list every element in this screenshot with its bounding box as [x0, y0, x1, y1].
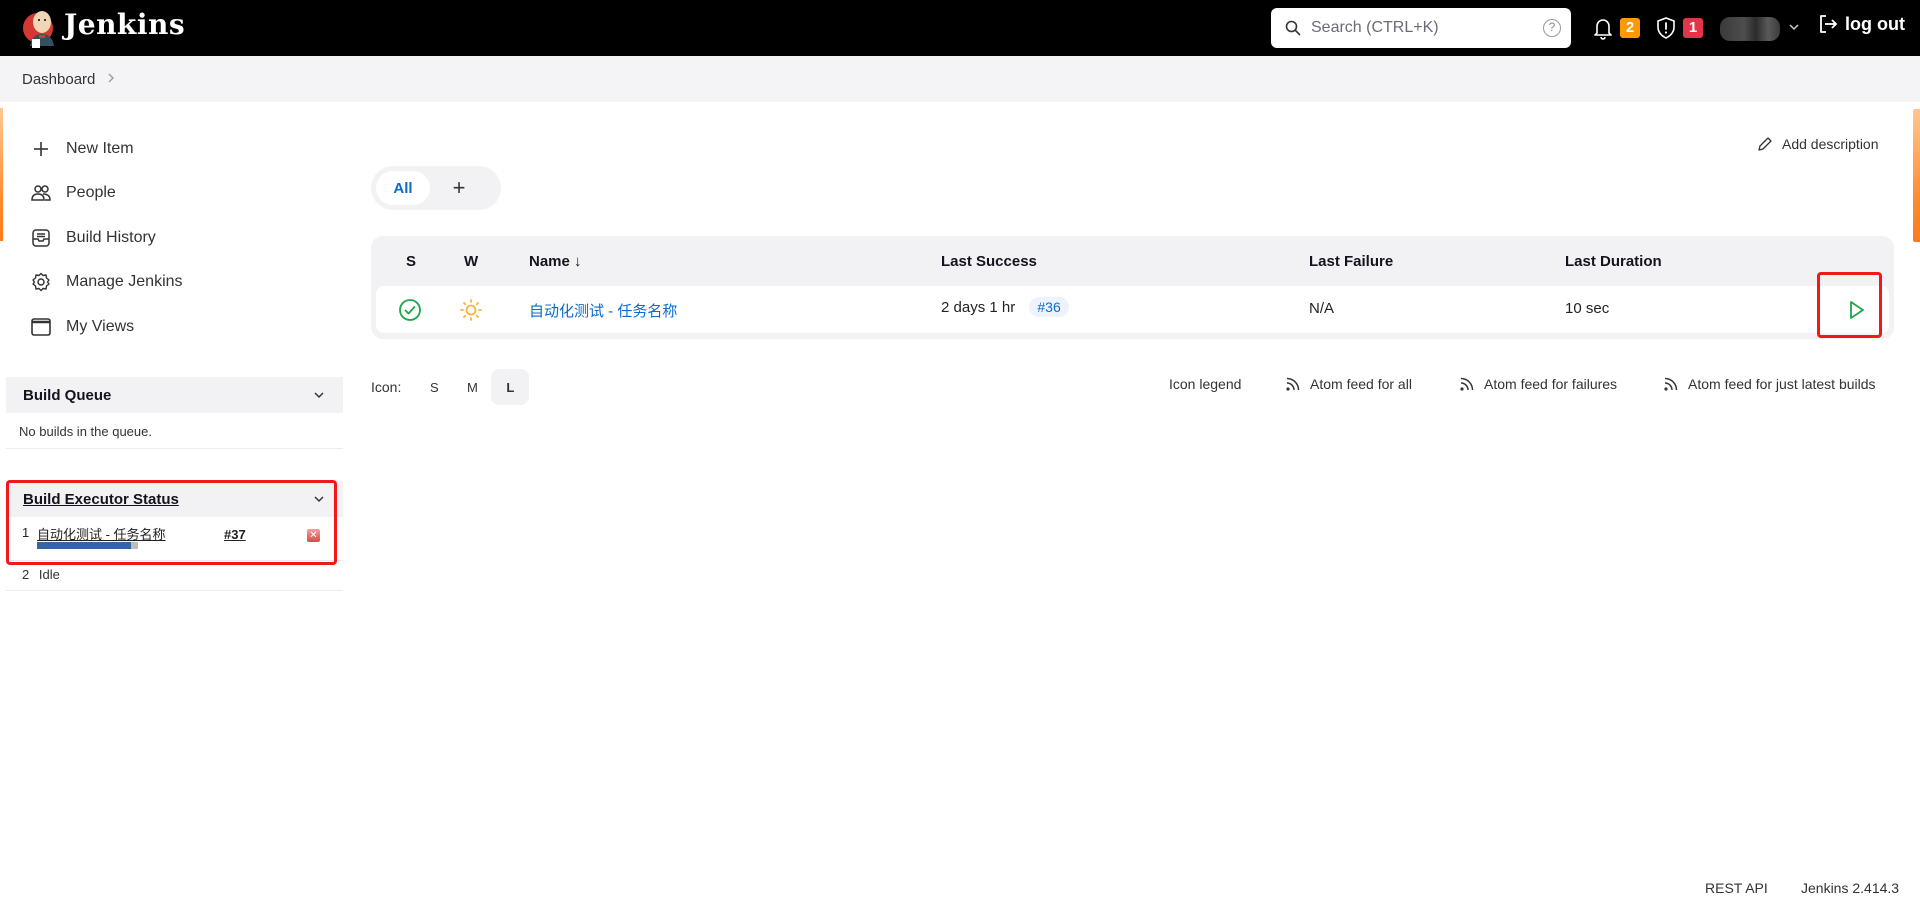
jenkins-brand[interactable]: Jenkins [64, 8, 185, 41]
chevron-down-icon[interactable] [313, 493, 325, 505]
search-icon [1285, 20, 1301, 36]
last-success-build-link[interactable]: #36 [1029, 297, 1069, 317]
executor-progress-fill [37, 542, 131, 549]
rss-icon [1460, 377, 1474, 391]
search-help-icon[interactable]: ? [1543, 19, 1561, 37]
window-icon [31, 318, 51, 336]
logout-link[interactable]: log out [1817, 13, 1905, 35]
jenkins-logo[interactable] [20, 6, 64, 50]
security-button[interactable]: 1 [1655, 14, 1703, 42]
column-header-status[interactable]: S [406, 253, 416, 270]
build-queue-header[interactable]: Build Queue [6, 377, 343, 413]
executor-number: 1 [22, 525, 30, 540]
atom-feed-failures-link[interactable]: Atom feed for failures [1459, 376, 1617, 392]
last-success-time: 2 days 1 hr [941, 299, 1016, 316]
sidebar-item-label: Build History [66, 229, 156, 246]
build-executor-header[interactable]: Build Executor Status [6, 481, 343, 517]
breadcrumb: Dashboard [0, 56, 1920, 102]
last-success-cell: 2 days 1 hr #36 [941, 297, 1069, 317]
sidebar-item-build-history[interactable]: Build History [30, 223, 156, 253]
executor-job-link[interactable]: 自动化测试 - 任务名称 [37, 524, 166, 543]
rss-icon [1286, 377, 1300, 391]
sidebar-item-people[interactable]: People [30, 178, 116, 208]
breadcrumb-dashboard[interactable]: Dashboard [22, 71, 95, 88]
icon-size-l[interactable]: L [491, 369, 530, 405]
user-avatar-blurred[interactable] [1720, 17, 1780, 41]
executor-status: Idle [38, 567, 60, 582]
weather-sunny-icon[interactable] [459, 298, 483, 322]
executor-progress-bar[interactable] [37, 542, 138, 549]
icon-size-m[interactable]: M [453, 369, 491, 405]
icon-legend-link[interactable]: Icon legend [1169, 376, 1241, 392]
executor-build-link[interactable]: #37 [224, 527, 246, 542]
stop-build-icon[interactable]: ✕ [307, 529, 320, 542]
notifications-button[interactable]: 2 [1592, 14, 1640, 42]
right-accent-strip [1913, 109, 1920, 242]
security-badge: 1 [1683, 18, 1703, 38]
build-queue-title: Build Queue [23, 386, 112, 404]
sidebar-item-my-views[interactable]: My Views [30, 312, 134, 342]
people-icon [31, 185, 51, 201]
bell-icon [1594, 19, 1612, 40]
inbox-icon [32, 229, 50, 247]
status-success-icon[interactable] [398, 298, 422, 322]
breadcrumb-chevron-icon[interactable] [107, 71, 115, 88]
sidebar-item-manage-jenkins[interactable]: Manage Jenkins [30, 267, 183, 297]
gear-icon [32, 272, 50, 292]
rss-icon [1664, 377, 1678, 391]
left-accent-strip [0, 108, 3, 241]
atom-feed-latest-link[interactable]: Atom feed for just latest builds [1663, 376, 1876, 392]
sidebar-item-label: Manage Jenkins [66, 273, 183, 290]
executor-number: 2 [22, 567, 30, 582]
last-failure-cell: N/A [1309, 300, 1335, 317]
column-header-name[interactable]: Name ↓ [529, 253, 582, 270]
top-header: Jenkins ? 2 1 log out [0, 0, 1920, 56]
build-executor-pane: Build Executor Status 1 自动化测试 - 任务名称 #37… [6, 481, 343, 591]
column-header-last-failure[interactable]: Last Failure [1309, 253, 1393, 270]
sidebar-item-label: People [66, 184, 116, 201]
icon-size-selector: Icon: S M L [371, 369, 530, 405]
build-executor-title[interactable]: Build Executor Status [23, 491, 179, 508]
job-name-link[interactable]: 自动化测试 - 任务名称 [529, 300, 677, 321]
sidebar-item-label: New Item [66, 140, 134, 157]
logout-icon [1820, 15, 1838, 33]
search-box[interactable]: ? [1271, 8, 1571, 48]
shield-alert-icon [1657, 17, 1675, 39]
build-queue-pane: Build Queue No builds in the queue. [6, 377, 343, 449]
add-description-label: Add description [1782, 136, 1879, 152]
icon-size-label: Icon: [371, 379, 402, 395]
add-description-link[interactable]: Add description [1757, 136, 1879, 152]
atom-feed-all-link[interactable]: Atom feed for all [1285, 376, 1412, 392]
logout-label: log out [1845, 13, 1905, 34]
notifications-badge: 2 [1620, 18, 1640, 38]
executor-row: 1 自动化测试 - 任务名称 #37 ✕ [6, 517, 343, 561]
schedule-build-play-icon[interactable] [1844, 298, 1868, 322]
chevron-down-icon[interactable] [1788, 21, 1800, 33]
chevron-down-icon[interactable] [313, 389, 325, 401]
sidebar-item-new-item[interactable]: New Item [30, 134, 134, 164]
plus-icon [34, 142, 48, 156]
column-header-last-duration[interactable]: Last Duration [1565, 253, 1662, 270]
build-queue-empty: No builds in the queue. [6, 413, 343, 449]
search-input[interactable] [1311, 16, 1531, 40]
last-duration-cell: 10 sec [1565, 300, 1610, 317]
rest-api-link[interactable]: REST API [1705, 880, 1768, 896]
jobs-table: S W Name ↓ Last Success Last Failure Las… [371, 236, 1894, 339]
executor-row: 2 Idle [6, 561, 343, 591]
jenkins-butler-icon [23, 11, 54, 48]
tab-add-view[interactable]: + [434, 171, 484, 205]
view-tabs: All + [371, 166, 501, 210]
tab-all[interactable]: All [376, 171, 430, 205]
atom-feed-all-label: Atom feed for all [1310, 376, 1412, 392]
column-header-last-success[interactable]: Last Success [941, 253, 1037, 270]
atom-feed-latest-label: Atom feed for just latest builds [1688, 376, 1876, 392]
table-row: 自动化测试 - 任务名称 2 days 1 hr #36 N/A 10 sec [376, 286, 1889, 333]
atom-feed-failures-label: Atom feed for failures [1484, 376, 1618, 392]
jenkins-version-link[interactable]: Jenkins 2.414.3 [1801, 880, 1899, 896]
icon-size-s[interactable]: S [415, 369, 453, 405]
column-header-weather[interactable]: W [464, 253, 478, 270]
pencil-icon [1758, 137, 1772, 151]
sidebar-item-label: My Views [66, 318, 135, 335]
